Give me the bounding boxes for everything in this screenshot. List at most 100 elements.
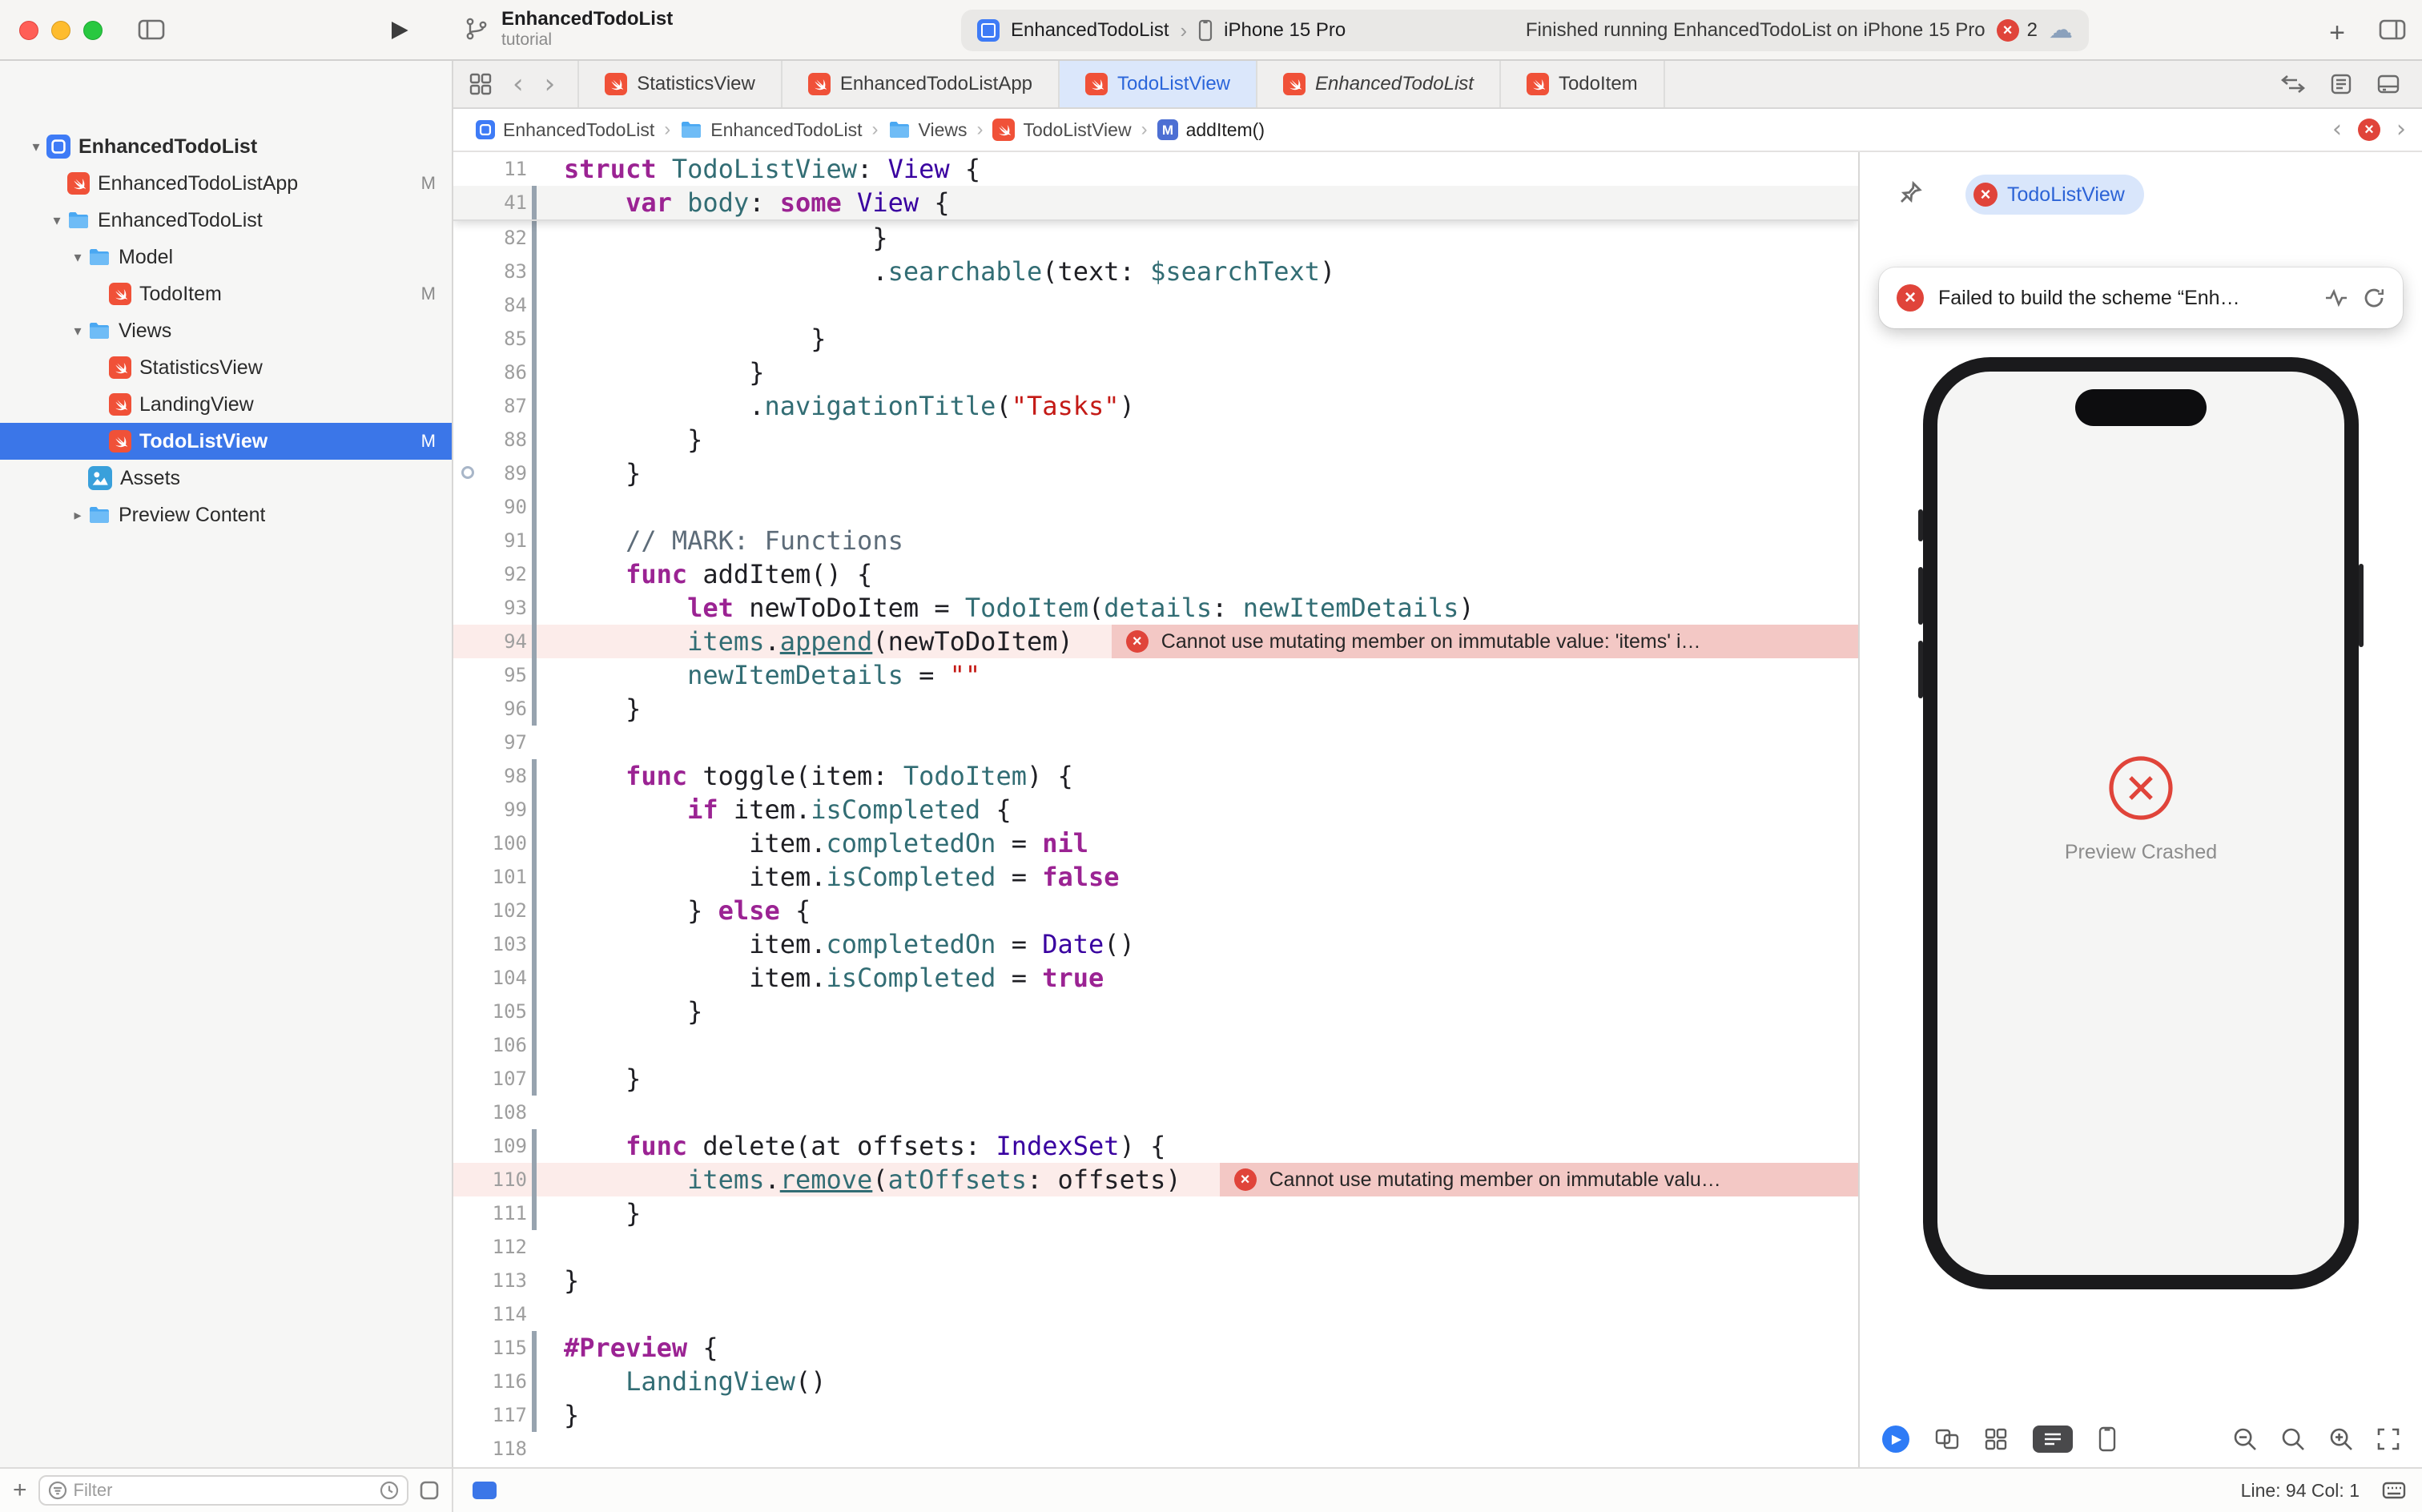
code-line-85[interactable]: 85 } bbox=[453, 322, 1858, 356]
device-button[interactable] bbox=[2098, 1426, 2116, 1452]
line-number[interactable]: 112 bbox=[453, 1230, 527, 1264]
line-number[interactable]: 107 bbox=[453, 1062, 527, 1096]
line-number[interactable]: 104 bbox=[453, 961, 527, 995]
related-items-icon[interactable] bbox=[469, 73, 492, 95]
issue-error-icon[interactable]: × bbox=[2358, 119, 2380, 141]
sidebar-item-enhancedtodolist[interactable]: ▾EnhancedTodoList bbox=[0, 202, 452, 239]
code-line-11[interactable]: 11struct TodoListView: View { bbox=[453, 152, 1858, 186]
keyboard-icon[interactable] bbox=[2382, 1482, 2406, 1499]
tab-enhancedtodolist[interactable]: EnhancedTodoList bbox=[1257, 61, 1501, 107]
tab-enhancedtodolistapp[interactable]: EnhancedTodoListApp bbox=[783, 61, 1060, 107]
code-line-100[interactable]: 100 item.completedOn = nil bbox=[453, 826, 1858, 860]
scm-status-filter-icon[interactable] bbox=[420, 1481, 439, 1500]
code-line-109[interactable]: 109 func delete(at offsets: IndexSet) { bbox=[453, 1129, 1858, 1163]
line-number[interactable]: 117 bbox=[453, 1398, 527, 1432]
code-line-91[interactable]: 91 // MARK: Functions bbox=[453, 524, 1858, 557]
code-line-90[interactable]: 90 bbox=[453, 490, 1858, 524]
breadcrumb-item[interactable]: MaddItem() bbox=[1157, 119, 1265, 141]
diagnostics-icon[interactable] bbox=[2324, 288, 2348, 308]
grid-button[interactable] bbox=[1985, 1428, 2007, 1450]
line-number[interactable]: 101 bbox=[453, 860, 527, 894]
line-number[interactable]: 98 bbox=[453, 759, 527, 793]
code-line-108[interactable]: 108 bbox=[453, 1096, 1858, 1129]
code-line-93[interactable]: 93 let newToDoItem = TodoItem(details: n… bbox=[453, 591, 1858, 625]
toggle-navigator-icon[interactable] bbox=[138, 19, 165, 40]
add-button[interactable]: + bbox=[2329, 18, 2345, 49]
line-number[interactable]: 97 bbox=[453, 726, 527, 759]
device-settings-button[interactable] bbox=[2033, 1426, 2073, 1453]
scheme-activity-view[interactable]: EnhancedTodoList › iPhone 15 Pro Finishe… bbox=[961, 10, 2089, 51]
tab-todoitem[interactable]: TodoItem bbox=[1501, 61, 1665, 107]
line-number[interactable]: 109 bbox=[453, 1129, 527, 1163]
line-number[interactable]: 94 bbox=[453, 625, 527, 658]
inline-error[interactable]: ×Cannot use mutating member on immutable… bbox=[1220, 1163, 1858, 1196]
build-error-banner[interactable]: × Failed to build the scheme “Enh… bbox=[1879, 267, 2403, 328]
filter-input[interactable] bbox=[74, 1480, 373, 1501]
code-line-95[interactable]: 95 newItemDetails = "" bbox=[453, 658, 1858, 692]
code-line-104[interactable]: 104 item.isCompleted = true bbox=[453, 961, 1858, 995]
line-number[interactable]: 82 bbox=[453, 221, 527, 255]
code-line-112[interactable]: 112 bbox=[453, 1230, 1858, 1264]
recents-clock-icon[interactable] bbox=[380, 1481, 399, 1500]
next-issue-icon[interactable]: › bbox=[2396, 116, 2406, 143]
line-number[interactable]: 103 bbox=[453, 927, 527, 961]
code-line-41[interactable]: 41 var body: some View { bbox=[453, 186, 1858, 219]
line-number[interactable]: 116 bbox=[453, 1365, 527, 1398]
code-line-105[interactable]: 105 } bbox=[453, 995, 1858, 1028]
live-preview-button[interactable]: ▶ bbox=[1882, 1426, 1909, 1453]
code-line-107[interactable]: 107 } bbox=[453, 1062, 1858, 1096]
code-line-115[interactable]: 115#Preview { bbox=[453, 1331, 1858, 1365]
sidebar-item-landingview[interactable]: LandingView bbox=[0, 386, 452, 423]
code-line-94[interactable]: 94 items.append(newToDoItem)×Cannot use … bbox=[453, 625, 1858, 658]
sidebar-item-enhancedtodolistapp[interactable]: EnhancedTodoListAppM bbox=[0, 165, 452, 202]
line-number[interactable]: 108 bbox=[453, 1096, 527, 1129]
chevron-down-icon[interactable]: ▾ bbox=[26, 139, 46, 155]
minimap-icon[interactable] bbox=[2331, 74, 2352, 94]
line-number[interactable]: 90 bbox=[453, 490, 527, 524]
sidebar-item-preview-content[interactable]: ▸Preview Content bbox=[0, 497, 452, 533]
variants-button[interactable] bbox=[1935, 1429, 1959, 1450]
sidebar-item-views[interactable]: ▾Views bbox=[0, 312, 452, 349]
line-number[interactable]: 111 bbox=[453, 1196, 527, 1230]
line-number[interactable]: 105 bbox=[453, 995, 527, 1028]
zoom-actual-icon[interactable] bbox=[2281, 1427, 2305, 1451]
code-line-103[interactable]: 103 item.completedOn = Date() bbox=[453, 927, 1858, 961]
code-line-114[interactable]: 114 bbox=[453, 1297, 1858, 1331]
code-line-97[interactable]: 97 bbox=[453, 726, 1858, 759]
sidebar-item-statisticsview[interactable]: StatisticsView bbox=[0, 349, 452, 386]
code-line-101[interactable]: 101 item.isCompleted = false bbox=[453, 860, 1858, 894]
chevron-right-icon[interactable]: ▸ bbox=[67, 507, 88, 524]
retry-icon[interactable] bbox=[2363, 287, 2385, 309]
line-number[interactable]: 84 bbox=[453, 288, 527, 322]
line-number[interactable]: 115 bbox=[453, 1331, 527, 1365]
chevron-down-icon[interactable]: ▾ bbox=[46, 212, 67, 229]
close-window-button[interactable] bbox=[19, 21, 38, 40]
go-back-icon[interactable]: ‹ bbox=[513, 70, 524, 98]
line-number[interactable]: 114 bbox=[453, 1297, 527, 1331]
code-line-96[interactable]: 96 } bbox=[453, 692, 1858, 726]
line-number[interactable]: 118 bbox=[453, 1432, 527, 1466]
code-line-117[interactable]: 117} bbox=[453, 1398, 1858, 1432]
code-review-icon[interactable] bbox=[2281, 74, 2305, 94]
zoom-in-icon[interactable] bbox=[2329, 1427, 2353, 1451]
pin-icon[interactable] bbox=[1898, 179, 1924, 205]
line-number[interactable]: 93 bbox=[453, 591, 527, 625]
preview-target-pill[interactable]: × TodoListView bbox=[1965, 175, 2144, 215]
code-line-92[interactable]: 92 func addItem() { bbox=[453, 557, 1858, 591]
code-line-98[interactable]: 98 func toggle(item: TodoItem) { bbox=[453, 759, 1858, 793]
filter-field[interactable] bbox=[38, 1475, 408, 1506]
line-number[interactable]: 106 bbox=[453, 1028, 527, 1062]
active-editor-icon[interactable] bbox=[473, 1482, 497, 1499]
code-line-87[interactable]: 87 .navigationTitle("Tasks") bbox=[453, 389, 1858, 423]
sidebar-item-assets[interactable]: Assets bbox=[0, 460, 452, 497]
line-number[interactable]: 92 bbox=[453, 557, 527, 591]
line-number[interactable]: 87 bbox=[453, 389, 527, 423]
code-line-88[interactable]: 88 } bbox=[453, 423, 1858, 456]
code-line-99[interactable]: 99 if item.isCompleted { bbox=[453, 793, 1858, 826]
go-forward-icon[interactable]: › bbox=[545, 70, 556, 98]
sidebar-item-model[interactable]: ▾Model bbox=[0, 239, 452, 275]
line-number[interactable]: 85 bbox=[453, 322, 527, 356]
add-file-button[interactable]: + bbox=[13, 1478, 27, 1502]
chevron-down-icon[interactable]: ▾ bbox=[67, 323, 88, 340]
line-number[interactable]: 86 bbox=[453, 356, 527, 389]
